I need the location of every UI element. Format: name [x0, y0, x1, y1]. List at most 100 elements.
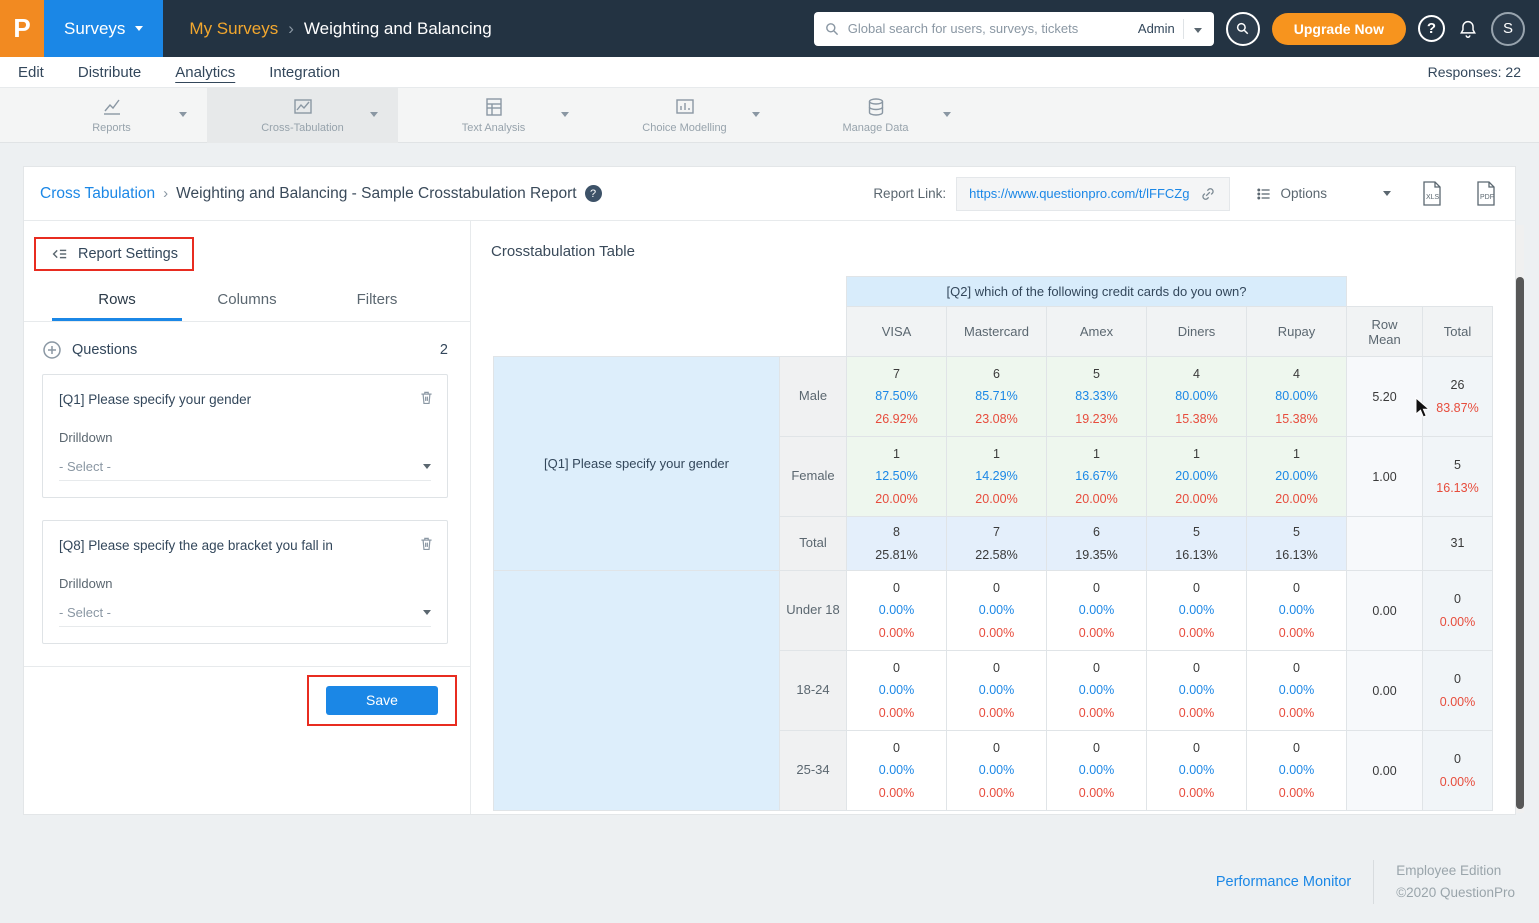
search-submit-button[interactable]: [1226, 12, 1260, 46]
search-icon: [1235, 21, 1250, 36]
row-mean-cell: 0.00: [1347, 571, 1423, 651]
link-icon[interactable]: [1199, 185, 1217, 203]
toolbar-reports[interactable]: Reports: [16, 88, 207, 143]
crosstab-chart-icon: [293, 97, 313, 117]
crosstab-table-area: Crosstabulation Table [Q2] which of the …: [471, 221, 1515, 815]
add-question-icon[interactable]: [42, 340, 62, 360]
cross-tabulation-link[interactable]: Cross Tabulation: [40, 185, 155, 203]
table-cell: 0 0.00% 0.00%: [847, 731, 947, 811]
topbar-actions: Admin Upgrade Now ? S: [814, 12, 1539, 46]
table-cell: 1 16.67% 20.00%: [1047, 437, 1147, 517]
help-icon[interactable]: ?: [1418, 15, 1445, 42]
delete-question-button[interactable]: [418, 535, 435, 552]
toolbar-text-analysis[interactable]: Text Analysis: [398, 88, 589, 143]
table-cell: 0 0.00% 0.00%: [847, 651, 947, 731]
column-header: Rupay: [1247, 307, 1347, 357]
export-pdf-icon[interactable]: PDF: [1473, 180, 1499, 207]
drilldown-select-value: - Select -: [59, 459, 111, 474]
delete-question-button[interactable]: [418, 389, 435, 406]
performance-monitor-link[interactable]: Performance Monitor: [1216, 874, 1351, 890]
toolbar-manage-data-label: Manage Data: [842, 122, 908, 134]
report-body: Report Settings Rows Columns Filters Que…: [24, 221, 1515, 815]
collapse-panel-icon: [50, 245, 68, 263]
row-mean-cell: 0.00: [1347, 651, 1423, 731]
table-cell: 1 14.29% 20.00%: [947, 437, 1047, 517]
chevron-down-icon[interactable]: [1383, 191, 1391, 196]
chevron-down-icon[interactable]: [943, 112, 951, 117]
toolbar-manage-data[interactable]: Manage Data: [780, 88, 971, 143]
options-list-icon: [1256, 186, 1272, 202]
save-button[interactable]: Save: [326, 686, 438, 715]
options-menu[interactable]: Options: [1256, 186, 1391, 202]
toolbar-cross-tabulation[interactable]: Cross-Tabulation: [207, 88, 398, 143]
global-search-box[interactable]: Admin: [814, 12, 1214, 46]
crosstab-table: [Q2] which of the following credit cards…: [493, 276, 1493, 811]
table-cell: 7 87.50% 26.92%: [847, 357, 947, 437]
svg-text:PDF: PDF: [1480, 194, 1494, 201]
notifications-bell-icon[interactable]: [1457, 18, 1479, 40]
row-mean-cell: [1347, 517, 1423, 571]
table-cell: 5 16.13%: [1247, 517, 1347, 571]
search-scope-selector[interactable]: Admin: [1138, 21, 1175, 36]
tab-columns[interactable]: Columns: [182, 283, 312, 321]
toolbar-choice-modelling[interactable]: Choice Modelling: [589, 88, 780, 143]
table-row-under-18: Under 18 0 0.00% 0.00% 0 0.00% 0.00%: [494, 571, 1493, 651]
responses-count: Responses: 22: [1428, 64, 1521, 80]
upgrade-now-button[interactable]: Upgrade Now: [1272, 13, 1406, 45]
report-settings-panel: Report Settings Rows Columns Filters Que…: [24, 221, 471, 815]
chevron-down-icon[interactable]: [370, 112, 378, 117]
chevron-down-icon[interactable]: [752, 112, 760, 117]
scrollbar-thumb[interactable]: [1516, 277, 1524, 809]
row-label: Under 18: [780, 571, 847, 651]
table-cell: 0 0.00% 0.00%: [1147, 731, 1247, 811]
row-label: Female: [780, 437, 847, 517]
tab-filters[interactable]: Filters: [312, 283, 442, 321]
search-icon: [824, 21, 840, 37]
tab-rows[interactable]: Rows: [52, 283, 182, 321]
row-total-cell: 31: [1423, 517, 1493, 571]
nav-integration[interactable]: Integration: [269, 64, 340, 81]
nav-analytics[interactable]: Analytics: [175, 64, 235, 81]
nav-distribute[interactable]: Distribute: [78, 64, 141, 81]
export-xls-icon[interactable]: XLS: [1419, 180, 1445, 207]
search-input[interactable]: [848, 21, 1130, 36]
table-cell: 8 25.81%: [847, 517, 947, 571]
table-cell: 4 80.00% 15.38%: [1247, 357, 1347, 437]
table-cell: 4 80.00% 15.38%: [1147, 357, 1247, 437]
user-avatar[interactable]: S: [1491, 12, 1525, 46]
row-label: 18-24: [780, 651, 847, 731]
table-cell: 1 20.00% 20.00%: [1247, 437, 1347, 517]
breadcrumb: My Surveys › Weighting and Balancing: [189, 19, 491, 39]
questionpro-logo[interactable]: P: [0, 0, 44, 57]
row-group-label: [Q1] Please specify your gender: [494, 357, 780, 571]
surveys-menu-label: Surveys: [64, 19, 125, 39]
row-total-cell: 0 0.00%: [1423, 651, 1493, 731]
drilldown-select[interactable]: - Select -: [59, 605, 431, 627]
trash-icon: [418, 535, 435, 552]
row-mean-header: Row Mean: [1347, 307, 1423, 357]
column-header: Diners: [1147, 307, 1247, 357]
report-link-field[interactable]: https://www.questionpro.com/t/lFFCZg: [956, 177, 1230, 211]
drilldown-select[interactable]: - Select -: [59, 459, 431, 481]
total-header: Total: [1423, 307, 1493, 357]
chevron-down-icon[interactable]: [561, 112, 569, 117]
breadcrumb-my-surveys[interactable]: My Surveys: [189, 19, 278, 39]
questions-label: Questions: [72, 342, 137, 358]
report-link-url[interactable]: https://www.questionpro.com/t/lFFCZg: [969, 186, 1189, 201]
report-title: Weighting and Balancing - Sample Crossta…: [176, 185, 576, 203]
report-settings-button[interactable]: Report Settings: [36, 239, 192, 269]
row-total-cell: 0 0.00%: [1423, 571, 1493, 651]
table-cell: 0 0.00% 0.00%: [947, 731, 1047, 811]
table-cell: 0 0.00% 0.00%: [1247, 571, 1347, 651]
chevron-down-icon[interactable]: [179, 112, 187, 117]
help-badge-icon[interactable]: ?: [585, 185, 602, 202]
vertical-scrollbar[interactable]: [1516, 225, 1524, 813]
save-row: Save: [24, 667, 470, 734]
nav-edit[interactable]: Edit: [18, 64, 44, 81]
table-cell: 0 0.00% 0.00%: [1247, 731, 1347, 811]
analytics-toolbar: Reports Cross-Tabulation Text Analysis C…: [0, 88, 1539, 143]
surveys-menu-button[interactable]: Surveys: [44, 0, 163, 57]
table-cell: 0 0.00% 0.00%: [847, 571, 947, 651]
table-header-row: VISA Mastercard Amex Diners Rupay Row Me…: [494, 307, 1493, 357]
search-scope-dropdown[interactable]: [1192, 20, 1204, 38]
